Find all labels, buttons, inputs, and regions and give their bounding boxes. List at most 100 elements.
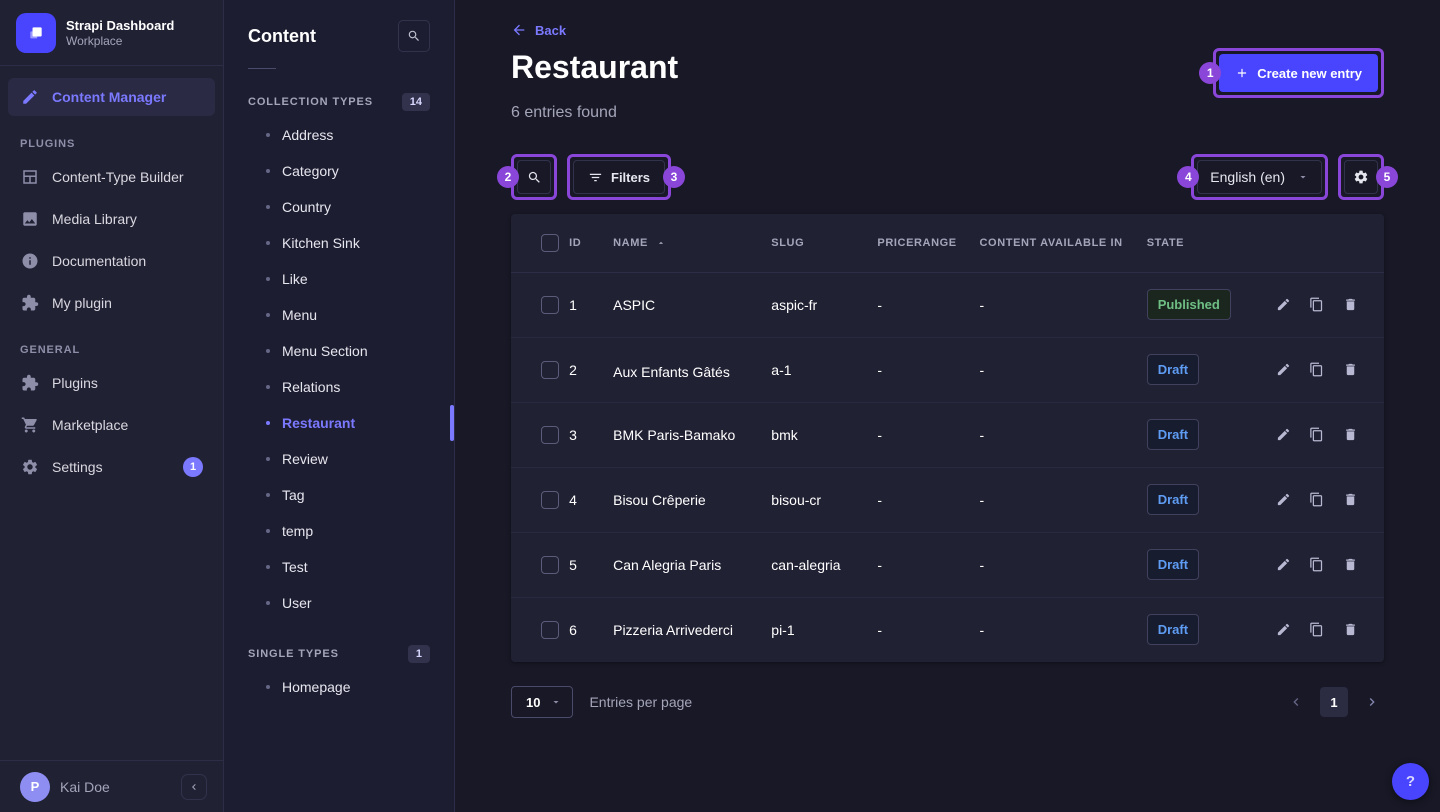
create-new-entry-button[interactable]: Create new entry xyxy=(1219,54,1378,92)
sidebar-item-my-plugin[interactable]: My plugin xyxy=(8,284,215,322)
view-settings-button[interactable] xyxy=(1344,160,1378,194)
edit-button[interactable] xyxy=(1270,486,1297,514)
subnav-item-country[interactable]: Country xyxy=(248,189,430,225)
back-link[interactable]: Back xyxy=(511,22,566,38)
subnav-item-temp[interactable]: temp xyxy=(248,513,430,549)
sidebar-item-media-library[interactable]: Media Library xyxy=(8,200,215,238)
duplicate-button[interactable] xyxy=(1303,421,1330,449)
duplicate-button[interactable] xyxy=(1303,291,1330,319)
table-row[interactable]: 1 ASPIC aspic-fr - - Published xyxy=(511,272,1384,337)
select-all-checkbox[interactable] xyxy=(541,234,559,252)
annotation-box: Create new entry xyxy=(1213,48,1384,98)
annotation-badge-5: 5 xyxy=(1376,166,1398,188)
cell-pricerange: - xyxy=(877,337,979,402)
edit-button[interactable] xyxy=(1270,356,1297,384)
duplicate-button[interactable] xyxy=(1303,356,1330,384)
cell-available: - xyxy=(980,532,1147,597)
subnav-item-tag[interactable]: Tag xyxy=(248,477,430,513)
subnav-item-review[interactable]: Review xyxy=(248,441,430,477)
cell-slug: a-1 xyxy=(771,337,877,402)
search-button[interactable] xyxy=(517,160,551,194)
sidebar-item-content-manager[interactable]: Content Manager xyxy=(8,78,215,116)
delete-button[interactable] xyxy=(1337,486,1364,514)
subnav-item-restaurant[interactable]: Restaurant xyxy=(248,405,430,441)
column-header-id[interactable]: ID xyxy=(569,214,613,272)
chevron-down-icon xyxy=(1297,171,1309,183)
page-size-select[interactable]: 10 xyxy=(511,686,573,718)
subnav-item-address[interactable]: Address xyxy=(248,117,430,153)
delete-button[interactable] xyxy=(1337,421,1364,449)
row-checkbox[interactable] xyxy=(541,491,559,509)
trash-icon xyxy=(1343,427,1358,442)
pagination: 10 Entries per page 1 xyxy=(511,686,1384,718)
edit-button[interactable] xyxy=(1270,291,1297,319)
chevron-right-icon xyxy=(1364,694,1380,710)
help-button[interactable]: ? xyxy=(1392,763,1429,800)
sidebar-item-documentation[interactable]: Documentation xyxy=(8,242,215,280)
column-header-name[interactable]: NAME xyxy=(613,214,771,272)
edit-button[interactable] xyxy=(1270,616,1297,644)
duplicate-button[interactable] xyxy=(1303,486,1330,514)
sidebar-item-plugins[interactable]: Plugins xyxy=(8,364,215,402)
subnav-item-user[interactable]: User xyxy=(248,585,430,621)
table-row[interactable]: 3 BMK Paris-Bamako bmk - - Draft xyxy=(511,402,1384,467)
duplicate-button[interactable] xyxy=(1303,616,1330,644)
column-header-pricerange[interactable]: PRICERANGE xyxy=(877,214,979,272)
delete-button[interactable] xyxy=(1337,551,1364,579)
row-checkbox[interactable] xyxy=(541,556,559,574)
subnav-item-like[interactable]: Like xyxy=(248,261,430,297)
sidebar-item-marketplace[interactable]: Marketplace xyxy=(8,406,215,444)
column-header-slug[interactable]: SLUG xyxy=(771,214,877,272)
row-checkbox[interactable] xyxy=(541,361,559,379)
table-row[interactable]: 2 Aux Enfants Gâtés a-1 - - Draft xyxy=(511,337,1384,402)
subnav-item-test[interactable]: Test xyxy=(248,549,430,585)
subnav-item-kitchen-sink[interactable]: Kitchen Sink xyxy=(248,225,430,261)
trash-icon xyxy=(1343,297,1358,312)
cell-id: 5 xyxy=(569,532,613,597)
page-1-button[interactable]: 1 xyxy=(1320,687,1348,717)
subnav-item-menu-section[interactable]: Menu Section xyxy=(248,333,430,369)
subnav-item-homepage[interactable]: Homepage xyxy=(248,669,430,705)
duplicate-button[interactable] xyxy=(1303,551,1330,579)
row-checkbox[interactable] xyxy=(541,426,559,444)
sidebar-item-settings[interactable]: Settings 1 xyxy=(8,448,215,486)
avatar[interactable]: P xyxy=(20,772,50,802)
table-row[interactable]: 6 Pizzeria Arrivederci pi-1 - - Draft xyxy=(511,597,1384,662)
next-page-button[interactable] xyxy=(1360,690,1384,714)
delete-button[interactable] xyxy=(1337,616,1364,644)
cell-available: - xyxy=(980,597,1147,662)
collapse-sidebar-button[interactable] xyxy=(181,774,207,800)
sidebar-item-content-type-builder[interactable]: Content-Type Builder xyxy=(8,158,215,196)
bullet-icon xyxy=(266,493,270,497)
collection-types-count-badge: 14 xyxy=(402,93,430,111)
subnav-item-menu[interactable]: Menu xyxy=(248,297,430,333)
puzzle-icon xyxy=(20,373,40,393)
annotation-settings: 5 xyxy=(1338,154,1384,200)
subnav-item-relations[interactable]: Relations xyxy=(248,369,430,405)
edit-button[interactable] xyxy=(1270,551,1297,579)
cell-slug: bisou-cr xyxy=(771,467,877,532)
page-title: Restaurant xyxy=(511,48,678,86)
row-checkbox[interactable] xyxy=(541,621,559,639)
entries-per-page-label: Entries per page xyxy=(589,694,692,710)
column-header-available[interactable]: CONTENT AVAILABLE IN xyxy=(980,214,1147,272)
status-badge: Draft xyxy=(1147,549,1199,580)
edit-button[interactable] xyxy=(1270,421,1297,449)
subnav-item-category[interactable]: Category xyxy=(248,153,430,189)
annotation-search: 2 xyxy=(511,154,557,200)
row-checkbox[interactable] xyxy=(541,296,559,314)
subnav-title: Content xyxy=(248,26,316,47)
cell-id: 2 xyxy=(569,337,613,402)
section-label-general: GENERAL xyxy=(8,326,215,364)
filters-button[interactable]: Filters xyxy=(573,160,665,194)
info-icon xyxy=(20,251,40,271)
delete-button[interactable] xyxy=(1337,291,1364,319)
locale-select[interactable]: English (en) xyxy=(1197,160,1322,194)
subnav-search-button[interactable] xyxy=(398,20,430,52)
column-header-state[interactable]: STATE xyxy=(1147,214,1270,272)
brand[interactable]: Strapi Dashboard Workplace xyxy=(0,0,223,65)
delete-button[interactable] xyxy=(1337,356,1364,384)
table-row[interactable]: 4 Bisou Crêperie bisou-cr - - Draft xyxy=(511,467,1384,532)
table-row[interactable]: 5 Can Alegria Paris can-alegria - - Draf… xyxy=(511,532,1384,597)
previous-page-button[interactable] xyxy=(1284,690,1308,714)
